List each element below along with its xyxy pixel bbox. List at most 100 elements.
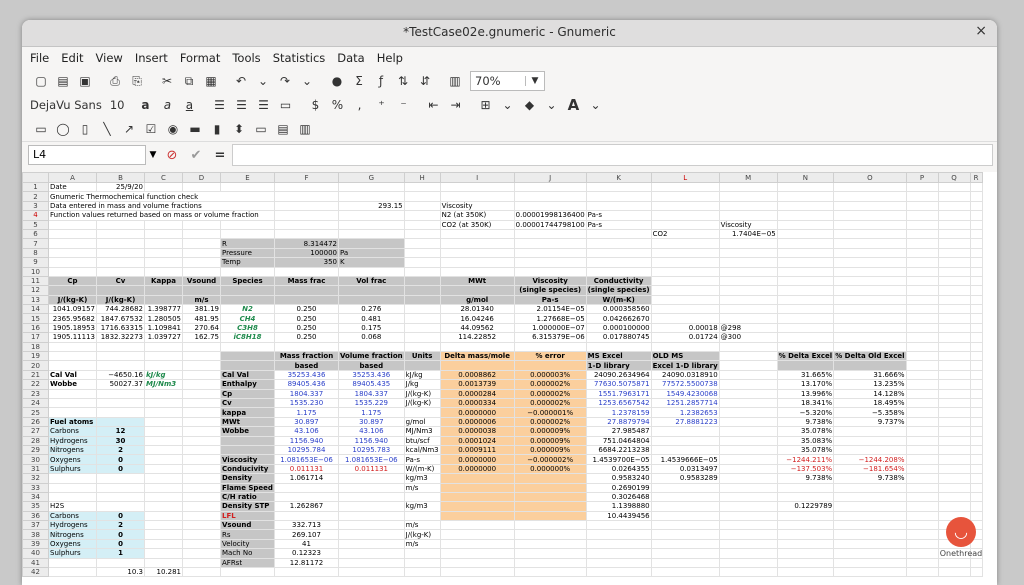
cell[interactable] (439, 238, 515, 249)
cell[interactable] (718, 473, 778, 484)
cell[interactable]: −4650.16 (96, 369, 145, 381)
cell[interactable]: 0.000009% (513, 426, 587, 437)
cell[interactable]: 0.000358560 (585, 304, 652, 315)
cell[interactable] (833, 257, 907, 268)
cell[interactable] (220, 228, 275, 240)
cell[interactable]: −181.654% (833, 463, 907, 475)
sort-asc-icon[interactable]: ⇅ (392, 74, 414, 88)
column-header[interactable]: K (585, 172, 652, 183)
row-header[interactable]: 31 (22, 463, 49, 475)
cell[interactable] (96, 238, 145, 249)
font-color-dropdown-icon[interactable]: ⌄ (584, 98, 606, 112)
cell[interactable]: 270.64 (182, 322, 221, 334)
cell[interactable] (585, 200, 652, 212)
cell[interactable] (48, 388, 97, 400)
cell[interactable] (182, 444, 221, 456)
cell[interactable] (718, 360, 778, 371)
row-header[interactable]: 32 (22, 473, 49, 484)
cell[interactable] (937, 407, 971, 418)
cell[interactable] (439, 529, 515, 540)
cell[interactable] (96, 219, 145, 230)
cell[interactable] (937, 294, 971, 306)
cell[interactable] (403, 557, 441, 569)
cell[interactable] (48, 266, 97, 277)
cell[interactable]: 0.250 (274, 313, 339, 324)
cell[interactable]: g/mol (439, 294, 515, 306)
cell[interactable]: 1251.2857714 (650, 397, 720, 409)
cell[interactable] (585, 529, 652, 540)
cell[interactable] (718, 210, 778, 221)
cell[interactable]: 18.341% (776, 397, 835, 409)
cell[interactable] (338, 294, 405, 306)
cell[interactable] (650, 247, 720, 259)
cell[interactable] (776, 304, 835, 315)
cell[interactable] (905, 501, 939, 512)
cell[interactable] (585, 181, 652, 193)
cell[interactable] (220, 294, 275, 306)
cell[interactable] (905, 191, 939, 202)
cell[interactable]: 0.0000000 (439, 463, 515, 475)
cell[interactable]: 9.738% (776, 473, 835, 484)
row-header[interactable]: 42 (22, 566, 49, 578)
cell[interactable]: m/s (182, 294, 221, 306)
cell[interactable]: 12 (96, 426, 145, 437)
font-color-icon[interactable]: A (562, 96, 584, 114)
percent-icon[interactable]: % (326, 98, 348, 112)
cell[interactable] (585, 566, 652, 578)
cell[interactable] (969, 369, 983, 381)
cell[interactable] (182, 351, 221, 362)
cell[interactable]: (single species) (513, 285, 587, 296)
cell[interactable] (718, 191, 778, 202)
cell[interactable]: Function values returned based on mass o… (48, 210, 275, 221)
cell[interactable]: Oxygens (48, 454, 97, 465)
cell[interactable] (220, 266, 275, 277)
cell[interactable]: 27.8881223 (650, 416, 720, 428)
row-header[interactable]: 19 (22, 351, 49, 362)
cell[interactable] (969, 351, 983, 362)
cell[interactable]: based (274, 360, 339, 371)
cell[interactable] (905, 388, 939, 400)
cell-reference-box[interactable]: L4 (28, 145, 146, 165)
column-header[interactable]: N (776, 172, 835, 183)
row-header[interactable]: 10 (22, 266, 49, 277)
cell[interactable]: 1.4539666E−05 (650, 454, 720, 465)
cell[interactable] (650, 491, 720, 503)
cell[interactable] (48, 482, 97, 493)
spinner-tool-icon[interactable]: ⬍ (228, 122, 250, 136)
cell[interactable]: 9.738% (776, 416, 835, 428)
increase-indent-icon[interactable]: ⇥ (444, 98, 466, 112)
cell[interactable] (937, 501, 971, 512)
cell[interactable] (718, 266, 778, 277)
cell[interactable] (220, 351, 275, 362)
cell[interactable] (274, 510, 339, 522)
cell[interactable] (513, 266, 587, 277)
cell[interactable] (937, 360, 971, 371)
hyperlink-icon[interactable]: ● (326, 74, 348, 88)
cell[interactable] (833, 557, 907, 569)
cell[interactable] (144, 257, 183, 268)
cell[interactable]: Cal Val (48, 369, 97, 381)
cell[interactable]: Pa-s (585, 219, 652, 230)
cell[interactable]: Pa-s (585, 210, 652, 221)
cell[interactable] (833, 200, 907, 212)
cell[interactable]: Conducivity (220, 463, 275, 475)
cell[interactable] (776, 341, 835, 353)
cell[interactable] (718, 238, 778, 249)
cell[interactable]: 1.175 (274, 407, 339, 418)
cell[interactable] (338, 473, 405, 484)
cell[interactable] (274, 228, 339, 240)
cell[interactable] (718, 444, 778, 456)
cell[interactable]: 10.4439456 (585, 510, 652, 522)
cell[interactable]: 0.175 (338, 322, 405, 334)
row-header[interactable]: 7 (22, 238, 49, 249)
cell[interactable]: 0.9583240 (585, 473, 652, 484)
align-right-icon[interactable]: ☰ (252, 98, 274, 112)
cell[interactable] (585, 228, 652, 240)
cell[interactable] (937, 473, 971, 484)
cell[interactable]: Nitrogens (48, 444, 97, 456)
cell[interactable] (969, 397, 983, 409)
cell[interactable] (833, 360, 907, 371)
cell[interactable]: 1253.6567542 (585, 397, 652, 409)
cell[interactable] (439, 360, 515, 371)
cell[interactable] (403, 181, 441, 193)
